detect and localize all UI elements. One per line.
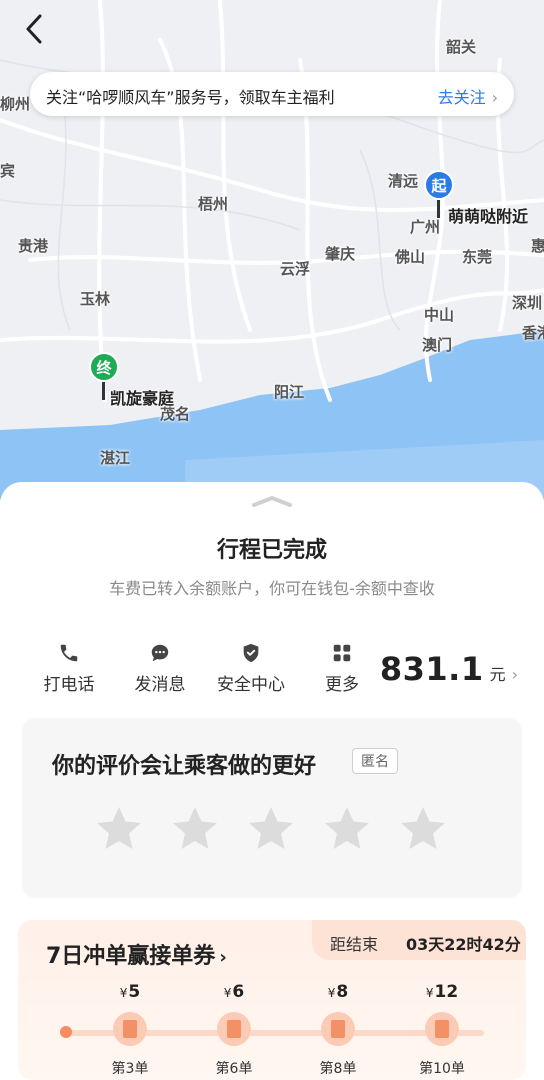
countdown-value: 03天22时42分	[406, 935, 521, 954]
reward-amount: 5	[128, 982, 141, 1002]
map-view[interactable]: 韶关 柳州 宾 清远 梧州 广州 贵港 肇庆 东莞 佛山 云浮 惠 玉林 深圳 …	[0, 0, 544, 500]
chevron-right-icon: ›	[511, 665, 518, 684]
passenger-rating-card: 你的评价会让乘客做的更好 匿名	[22, 718, 522, 898]
map-city-label: 广州	[410, 218, 441, 236]
map-city-label: 香港	[522, 324, 544, 342]
progress-start-dot	[60, 1026, 72, 1038]
map-city-label: 柳州	[0, 95, 31, 113]
map-city-label: 东莞	[462, 248, 493, 266]
reward-amount: 12	[434, 982, 459, 1002]
rating-title: 你的评价会让乘客做的更好	[52, 754, 317, 779]
currency-symbol: ¥	[327, 986, 336, 1000]
map-city-label: 湛江	[100, 449, 131, 467]
follow-link-label: 去关注	[437, 88, 486, 107]
star-icon[interactable]	[94, 804, 144, 854]
milestone-label: 第8单	[319, 1061, 357, 1077]
more-label: 更多	[325, 675, 359, 695]
anonymous-tag: 匿名	[352, 748, 398, 774]
end-badge: 终	[89, 352, 119, 382]
fare-detail-link[interactable]: 831.1 元 ›	[380, 650, 518, 688]
milestone-item: ¥6 第6单	[194, 982, 274, 1078]
coupon-icon	[217, 1012, 251, 1046]
call-label: 打电话	[43, 675, 95, 695]
milestone-item: ¥5 第3单	[90, 982, 170, 1078]
message-label: 发消息	[134, 675, 186, 695]
action-bar: 打电话 发消息 安全中心 更多	[24, 642, 384, 702]
map-city-label: 清远	[388, 172, 419, 190]
currency-symbol: ¥	[425, 986, 434, 1000]
countdown-label: 距结束	[330, 935, 379, 954]
drag-handle-icon[interactable]	[250, 494, 294, 508]
trip-summary-sheet: 行程已完成 车费已转入余额账户，你可在钱包-余额中查收 打电话 发消息 安全中心	[0, 482, 544, 1080]
chevron-left-icon	[26, 14, 42, 44]
fare-unit: 元	[489, 665, 506, 684]
star-rating	[94, 804, 454, 856]
milestone-label: 第6单	[215, 1061, 253, 1077]
shield-icon	[243, 643, 259, 663]
map-city-label: 肇庆	[325, 245, 356, 263]
fare-amount: 831.1	[379, 650, 484, 688]
notice-text: 关注“哈啰顺风车”服务号，领取车主福利	[46, 88, 335, 107]
coupon-icon	[321, 1012, 355, 1046]
milestone-label: 第10单	[419, 1061, 465, 1077]
call-button[interactable]: 打电话	[24, 642, 114, 695]
milestone-item: ¥8 第8单	[298, 982, 378, 1078]
map-city-label: 深圳	[512, 294, 543, 312]
grid-icon	[333, 644, 351, 662]
message-icon	[151, 644, 169, 662]
map-city-label: 中山	[424, 306, 455, 324]
safety-center-button[interactable]: 安全中心	[206, 642, 296, 695]
end-location-label: 凯旋豪庭	[110, 389, 175, 408]
star-icon[interactable]	[170, 804, 220, 854]
more-button[interactable]: 更多	[297, 642, 387, 695]
trip-status-subtitle: 车费已转入余额账户，你可在钱包-余额中查收	[109, 579, 435, 598]
phone-icon	[60, 644, 78, 662]
coupon-icon	[425, 1012, 459, 1046]
milestone-item: ¥12 第10单	[402, 982, 482, 1078]
map-city-label: 玉林	[80, 290, 111, 308]
chevron-right-icon: ›	[219, 947, 227, 968]
start-location-label: 萌萌哒附近	[448, 207, 529, 226]
reward-amount: 8	[336, 982, 349, 1002]
follow-link[interactable]: 去关注 ›	[438, 84, 498, 108]
star-icon[interactable]	[398, 804, 448, 854]
currency-symbol: ¥	[223, 986, 232, 1000]
chevron-right-icon: ›	[491, 88, 498, 107]
map-city-label: 澳门	[422, 336, 453, 354]
currency-symbol: ¥	[119, 986, 128, 1000]
message-button[interactable]: 发消息	[115, 642, 205, 695]
map-city-label: 贵港	[18, 237, 49, 255]
map-city-label: 佛山	[395, 248, 426, 266]
challenge-title: 7日冲单赢接单券	[46, 944, 216, 969]
safety-center-label: 安全中心	[217, 675, 285, 695]
order-challenge-card: 7日冲单赢接单券 › 距结束 03天22时42分 ¥5 第3单 ¥6 第6单 ¥8…	[18, 920, 526, 1080]
trip-status-title: 行程已完成	[216, 538, 327, 563]
coupon-icon	[113, 1012, 147, 1046]
countdown-badge: 距结束 03天22时42分	[312, 920, 526, 960]
map-city-label: 云浮	[280, 260, 311, 278]
back-button[interactable]	[18, 12, 54, 48]
map-city-label: 韶关	[446, 38, 477, 56]
challenge-title-link[interactable]: 7日冲单赢接单券 ›	[46, 938, 227, 970]
reward-amount: 6	[232, 982, 245, 1002]
start-badge: 起	[424, 170, 454, 200]
milestone-label: 第3单	[111, 1061, 149, 1077]
map-city-label: 梧州	[198, 195, 229, 213]
star-icon[interactable]	[246, 804, 296, 854]
map-city-label: 宾	[0, 162, 16, 180]
map-city-label: 阳江	[274, 383, 305, 401]
map-city-label: 惠	[531, 237, 544, 255]
star-icon[interactable]	[322, 804, 372, 854]
follow-notice-banner: 关注“哈啰顺风车”服务号，领取车主福利 去关注 ›	[30, 72, 514, 116]
